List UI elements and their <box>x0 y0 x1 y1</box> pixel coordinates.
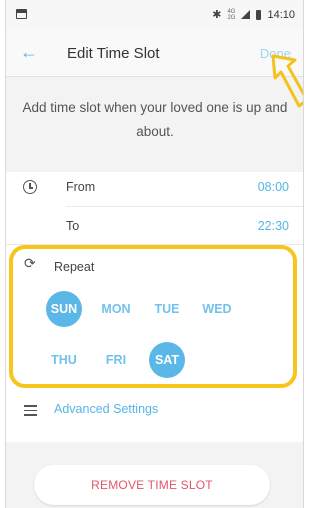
network-type-icon: 4G 2G <box>227 8 236 21</box>
day-thu[interactable]: THU <box>46 342 82 378</box>
signal-icon <box>241 10 251 19</box>
description-text: Add time slot when your loved one is up … <box>22 100 288 139</box>
day-mon[interactable]: MON <box>98 291 134 327</box>
status-icons: ✱ 4G 2G 14:10 <box>212 8 295 22</box>
to-label: To <box>66 219 80 233</box>
from-label: From <box>66 180 96 194</box>
day-sun[interactable]: SUN <box>46 291 82 327</box>
remove-time-slot-button[interactable]: REMOVE TIME SLOT <box>34 465 270 505</box>
advanced-settings-link[interactable]: Advanced Settings <box>54 402 158 416</box>
phone-screen: ✱ 4G 2G 14:10 ← Edit Time Slot Done Add … <box>5 0 304 508</box>
repeat-label: Repeat <box>54 260 95 274</box>
status-time: 14:10 <box>267 8 295 21</box>
to-time-value[interactable]: 22:30 <box>258 219 289 233</box>
day-fri[interactable]: FRI <box>98 342 134 378</box>
sliders-icon <box>24 405 37 419</box>
back-arrow-icon[interactable]: ← <box>20 42 38 62</box>
notification-icon <box>16 9 27 19</box>
repeat-icon: ⟳ <box>24 255 36 271</box>
page-title: Edit Time Slot <box>67 45 160 62</box>
app-bar: ← Edit Time Slot Done <box>6 30 303 77</box>
day-tue[interactable]: TUE <box>149 291 185 327</box>
clock-icon <box>23 180 37 194</box>
status-bar: ✱ 4G 2G 14:10 <box>6 0 303 30</box>
day-wed[interactable]: WED <box>199 291 235 327</box>
divider <box>66 206 303 207</box>
battery-icon <box>256 9 262 20</box>
bluetooth-icon: ✱ <box>212 9 222 21</box>
day-sat[interactable]: SAT <box>149 342 185 378</box>
from-time-value[interactable]: 08:00 <box>258 180 289 194</box>
time-slot-card: From 08:00 To 22:30 ⟳ Repeat SUN MON TUE… <box>6 172 303 442</box>
